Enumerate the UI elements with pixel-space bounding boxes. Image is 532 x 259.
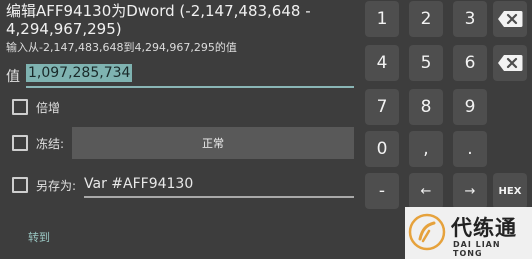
value-label: 值	[6, 69, 20, 85]
watermark-title: 代练通	[451, 216, 517, 240]
increment-label: 倍增	[36, 101, 61, 115]
key-9[interactable]: 9	[453, 89, 487, 125]
key-7[interactable]: 7	[365, 89, 399, 125]
dialog-title: 编辑AFF94130为Dword (-2,147,483,648 - 4,294…	[6, 2, 311, 38]
goto-button[interactable]: 转到	[28, 229, 50, 245]
cursor-left-key[interactable]: ←	[409, 173, 443, 209]
value-row: 值 1,097,285,734	[6, 62, 354, 88]
key-minus[interactable]: -	[365, 173, 399, 209]
key-4[interactable]: 4	[365, 45, 399, 81]
watermark-subtitle: DAI LIAN TONG	[453, 240, 501, 258]
freeze-label: 冻结:	[36, 137, 65, 151]
value-selected-text: 1,097,285,734	[26, 64, 133, 82]
key-0[interactable]: 0	[365, 131, 399, 167]
key-8[interactable]: 8	[409, 89, 443, 125]
key-6[interactable]: 6	[453, 45, 487, 81]
range-hint: 输入从-2,147,483,648到4,294,967,295的值	[6, 41, 237, 54]
saveas-checkbox[interactable]	[12, 177, 28, 193]
key-dot[interactable]: .	[453, 131, 487, 167]
freeze-mode-button[interactable]: 正常	[72, 127, 354, 159]
backspace-key[interactable]	[493, 1, 527, 37]
freeze-checkbox[interactable]	[12, 135, 28, 151]
brand-logo-icon	[408, 213, 446, 251]
saveas-input[interactable]: Var #AFF94130	[84, 174, 354, 198]
key-1[interactable]: 1	[365, 1, 399, 37]
clear-key[interactable]	[493, 45, 527, 81]
key-2[interactable]: 2	[409, 1, 443, 37]
hex-key[interactable]: HEX	[493, 173, 527, 209]
saveas-label: 另存为:	[36, 179, 77, 193]
backspace-icon	[498, 11, 523, 27]
cursor-right-key[interactable]: →	[453, 173, 487, 209]
key-3[interactable]: 3	[453, 1, 487, 37]
saveas-value: Var #AFF94130	[84, 176, 194, 192]
clear-icon	[498, 55, 523, 71]
watermark: 代练通 DAI LIAN TONG	[405, 207, 532, 259]
value-input[interactable]: 1,097,285,734	[26, 62, 354, 88]
key-comma[interactable]: ,	[409, 131, 443, 167]
increment-checkbox[interactable]	[12, 99, 28, 115]
key-5[interactable]: 5	[409, 45, 443, 81]
edit-panel: 编辑AFF94130为Dword (-2,147,483,648 - 4,294…	[0, 0, 364, 259]
